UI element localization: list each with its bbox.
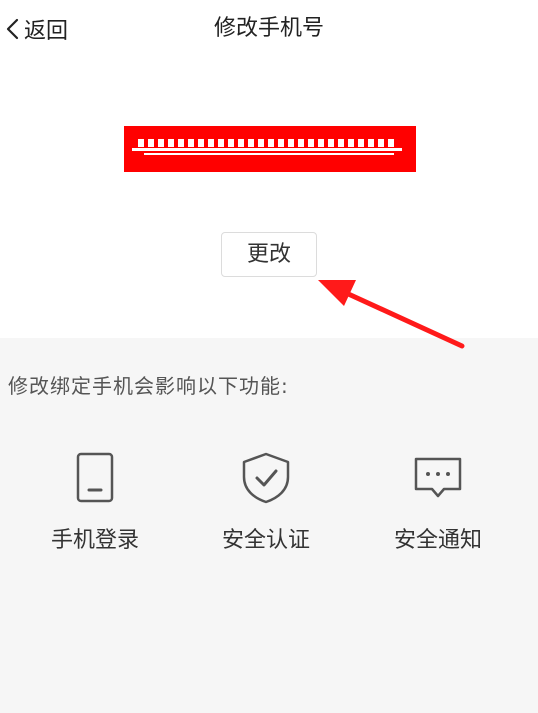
feature-label: 手机登录 xyxy=(50,528,139,553)
phone-icon xyxy=(65,450,125,506)
feature-label: 安全认证 xyxy=(221,528,310,553)
nav-header: 返回 修改手机号 xyxy=(0,0,538,58)
message-icon xyxy=(408,450,468,506)
annotation-arrow xyxy=(318,280,465,349)
change-button[interactable]: 更改 xyxy=(221,232,317,277)
page-title: 修改手机号 xyxy=(213,16,324,41)
feature-phone-login: 手机登录 xyxy=(20,450,170,560)
feature-security-notify: 安全通知 xyxy=(363,450,513,560)
feature-label: 安全通知 xyxy=(393,528,482,553)
feature-security-auth: 安全认证 xyxy=(191,450,341,560)
affects-label: 修改绑定手机会影响以下功能: xyxy=(8,374,289,398)
shield-check-icon xyxy=(236,450,296,506)
phone-number xyxy=(124,126,416,172)
